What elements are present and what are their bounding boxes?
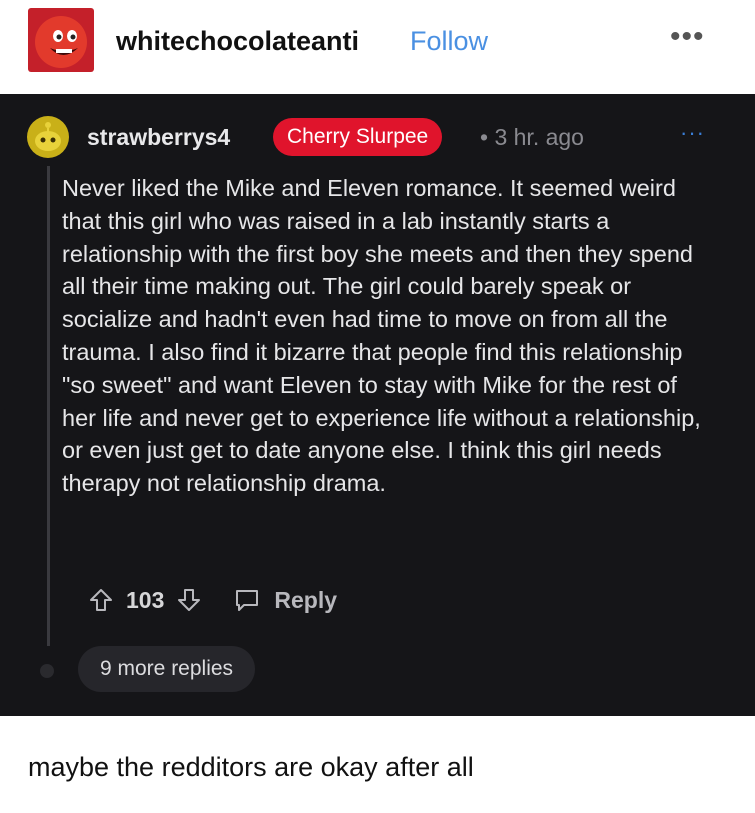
post-header: whitechocolateanti Follow ••• <box>0 0 755 82</box>
post-username[interactable]: whitechocolateanti <box>116 26 359 57</box>
comment-bubble-icon <box>234 587 260 613</box>
vote-count: 103 <box>126 586 165 613</box>
follow-button[interactable]: Follow <box>410 26 488 57</box>
more-replies-button[interactable]: 9 more replies <box>78 646 256 692</box>
comment-actions: 103 Reply <box>88 584 337 616</box>
comment-more-icon[interactable]: ··· <box>680 120 705 146</box>
separator-dot: • <box>480 124 489 150</box>
time-ago: 3 hr. ago <box>494 124 584 150</box>
snoo-avatar-icon <box>27 116 69 158</box>
upvote-arrow-icon[interactable] <box>88 587 114 613</box>
annoying-orange-avatar-icon <box>28 8 94 72</box>
user-avatar[interactable] <box>28 8 94 72</box>
downvote-arrow-icon[interactable] <box>176 587 202 613</box>
commenter-avatar[interactable] <box>27 116 69 158</box>
thread-line[interactable] <box>47 166 50 646</box>
commenter-username[interactable]: strawberrys4 <box>87 124 230 151</box>
reply-label: Reply <box>274 586 338 613</box>
post-caption: maybe the redditors are okay after all <box>28 752 474 782</box>
reply-button[interactable]: Reply <box>234 587 337 614</box>
post-more-icon[interactable]: ••• <box>670 20 705 54</box>
collapsed-thread-dot <box>40 664 54 678</box>
reddit-comment-panel: strawberrys4 Cherry Slurpee • 3 hr. ago … <box>0 94 755 716</box>
comment-timestamp: • 3 hr. ago <box>480 124 584 151</box>
comment-body: Never liked the Mike and Eleven romance.… <box>62 175 701 497</box>
user-flair-badge: Cherry Slurpee <box>273 118 443 156</box>
